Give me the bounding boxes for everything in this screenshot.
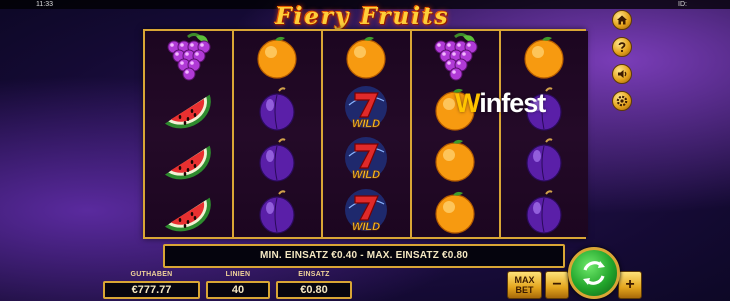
grapes-icon [412, 31, 499, 83]
reel-grid: WILD WILD WILD [143, 29, 588, 239]
spin-button[interactable] [568, 247, 620, 299]
watermark-first-letter: W [455, 88, 480, 118]
decrease-bet-button[interactable]: − [545, 271, 569, 299]
max-bet-line1: MAX [514, 275, 535, 285]
orange-icon [412, 186, 499, 238]
watermark-text: infest [479, 88, 546, 118]
bet-value: €0.80 [276, 281, 352, 299]
plum-icon [501, 134, 588, 186]
orange-icon [323, 31, 410, 83]
lines-label: LINIEN [225, 271, 251, 278]
reel-1 [145, 31, 232, 237]
wild-label: WILD [352, 169, 380, 181]
settings-icon[interactable] [612, 91, 632, 111]
sound-icon[interactable] [612, 64, 632, 84]
plum-icon [234, 134, 321, 186]
lines-value[interactable]: 40 [206, 281, 270, 299]
site-watermark: Winfest [455, 88, 590, 120]
balance-value: €777.77 [103, 281, 200, 299]
wild-icon: WILD [323, 186, 410, 238]
session-id-label: ID: [678, 1, 687, 8]
grapes-icon [145, 31, 232, 83]
wild-icon: WILD [323, 134, 410, 186]
orange-icon [234, 31, 321, 83]
bet-range-banner: MIN. EINSATZ €0.40 - MAX. EINSATZ €0.80 [163, 244, 565, 268]
bet-label: EINSATZ [298, 271, 330, 278]
wild-icon: WILD [323, 83, 410, 135]
home-icon[interactable] [612, 10, 632, 30]
wild-label: WILD [352, 221, 380, 233]
max-bet-line2: BET [515, 285, 534, 295]
reel-2 [234, 31, 321, 237]
increase-bet-button[interactable]: + [618, 271, 642, 299]
orange-icon [501, 31, 588, 83]
watermelon-icon [145, 83, 232, 135]
watermelon-icon [145, 186, 232, 238]
reel-3: WILD WILD WILD [323, 31, 410, 237]
clock: 11:33 [36, 1, 53, 8]
game-logo: Fiery Fruits [275, 3, 450, 30]
orange-icon [412, 134, 499, 186]
balance-label: GUTHABEN [130, 271, 173, 278]
watermelon-icon [145, 134, 232, 186]
plum-icon [501, 186, 588, 238]
max-bet-button[interactable]: MAX BET [507, 271, 542, 299]
wild-label: WILD [352, 118, 380, 130]
plum-icon [234, 83, 321, 135]
refresh-icon [583, 261, 605, 285]
plum-icon [234, 186, 321, 238]
reel-4 [412, 31, 499, 237]
help-icon[interactable] [612, 37, 632, 57]
reel-5 [501, 31, 588, 237]
